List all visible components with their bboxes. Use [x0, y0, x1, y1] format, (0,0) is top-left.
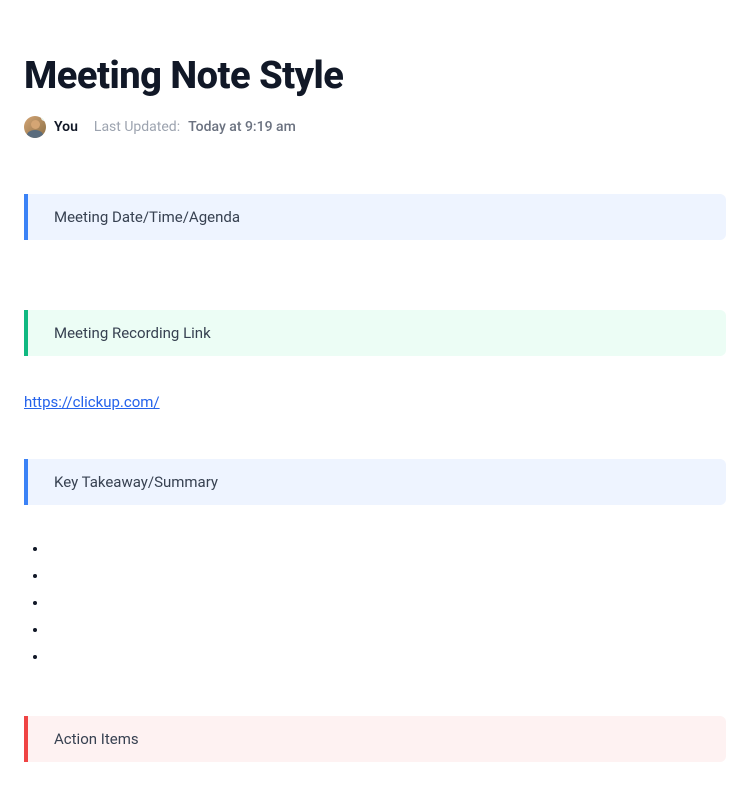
section-label: Meeting Recording Link	[54, 324, 211, 342]
section-label: Action Items	[54, 730, 139, 748]
section-label: Meeting Date/Time/Agenda	[54, 208, 240, 226]
author-avatar[interactable]	[24, 116, 46, 138]
recording-link[interactable]: https://clickup.com/	[24, 393, 160, 411]
list-item[interactable]	[48, 649, 726, 676]
section-label: Key Takeaway/Summary	[54, 473, 218, 491]
list-item[interactable]	[48, 568, 726, 595]
updated-label: Last Updated:	[94, 119, 180, 135]
takeaway-list[interactable]	[24, 541, 726, 676]
page-title: Meeting Note Style	[24, 54, 726, 98]
section-banner-date-agenda[interactable]: Meeting Date/Time/Agenda	[24, 194, 726, 240]
section-banner-recording[interactable]: Meeting Recording Link	[24, 310, 726, 356]
list-item[interactable]	[48, 541, 726, 568]
list-item[interactable]	[48, 622, 726, 649]
presence-indicator-icon	[41, 116, 46, 121]
section-banner-actions[interactable]: Action Items	[24, 716, 726, 762]
updated-time: Today at 9:19 am	[188, 119, 296, 135]
author-name[interactable]: You	[54, 119, 78, 135]
list-item[interactable]	[48, 595, 726, 622]
section-banner-takeaways[interactable]: Key Takeaway/Summary	[24, 459, 726, 505]
document-meta: You Last Updated: Today at 9:19 am	[24, 116, 726, 138]
